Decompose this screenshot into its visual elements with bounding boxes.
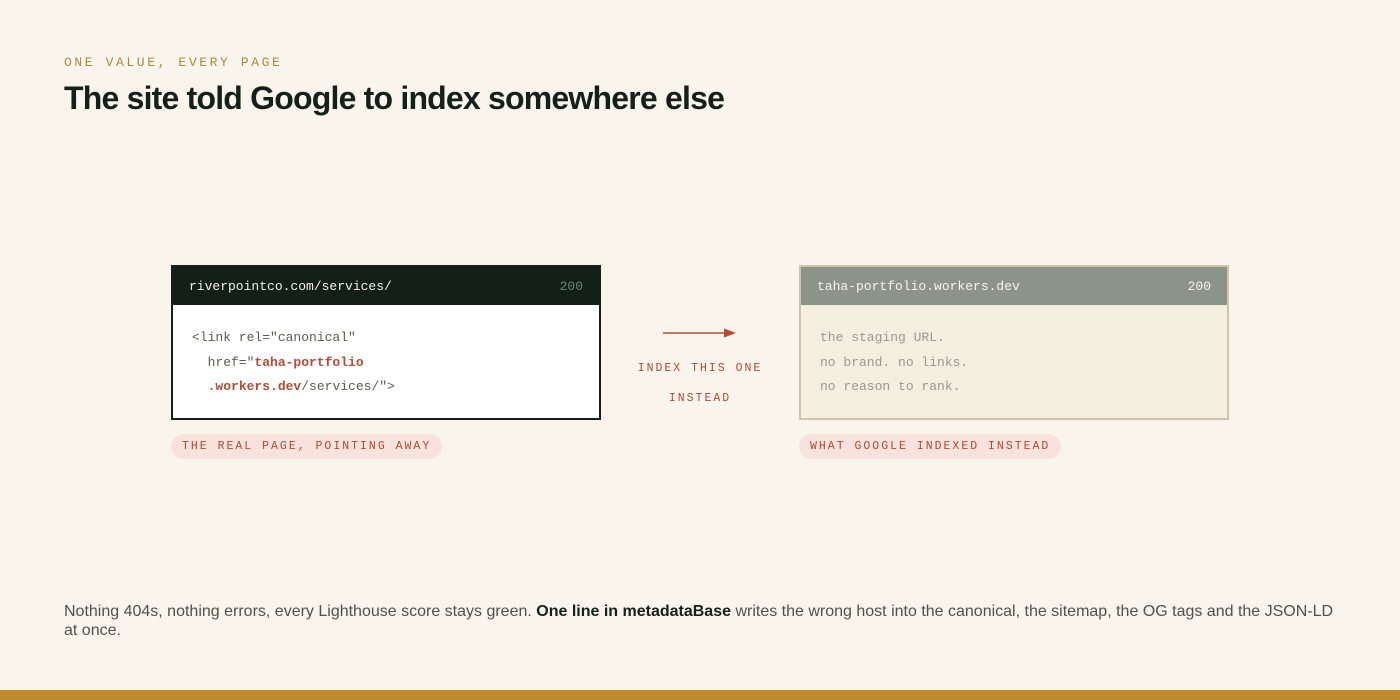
staging-notes: the staging URL. no brand. no links. no … [801,305,1227,400]
canonical-code-block: <link rel="canonical" href="taha-portfol… [173,305,599,400]
staging-host: taha-portfolio.workers.dev [817,278,1020,294]
staging-note-line: no reason to rank. [820,379,961,394]
staging-card: taha-portfolio.workers.dev 200 the stagi… [799,265,1229,420]
staging-status: 200 [1187,278,1211,294]
arrow-label: INDEX THIS ONE INSTEAD [637,362,763,405]
footer-paragraph: Nothing 404s, nothing errors, every Ligh… [64,602,1334,640]
right-arrow-icon [663,328,736,338]
real-page-card: riverpointco.com/services/ 200 <link rel… [171,265,601,420]
code-highlight-domain: .workers.dev [207,379,302,394]
footer-emphasis: One line in metadataBase [536,603,731,620]
code-line-pre [192,379,208,394]
footer-text-before: Nothing 404s, nothing errors, every Ligh… [64,603,537,620]
page-title: The site told Google to index somewhere … [64,80,725,116]
code-highlight-host: taha-portfolio [254,354,364,370]
code-line: <link rel="canonical" [192,330,356,345]
real-page-status: 200 [559,278,583,294]
eyebrow-label: ONE VALUE, EVERY PAGE [64,55,283,70]
bottom-accent-bar [0,690,1400,700]
code-line-pre: href=" [192,354,255,370]
staging-caption: WHAT GOOGLE INDEXED INSTEAD [799,434,1062,459]
real-page-caption: THE REAL PAGE, POINTING AWAY [171,434,443,459]
staging-card-header: taha-portfolio.workers.dev 200 [801,267,1227,305]
code-line-post: /services/"> [301,379,395,394]
staging-note-line: the staging URL. [820,330,945,345]
real-page-host: riverpointco.com/services/ [189,278,392,294]
real-page-card-header: riverpointco.com/services/ 200 [173,267,599,305]
staging-note-line: no brand. no links. [820,354,969,370]
